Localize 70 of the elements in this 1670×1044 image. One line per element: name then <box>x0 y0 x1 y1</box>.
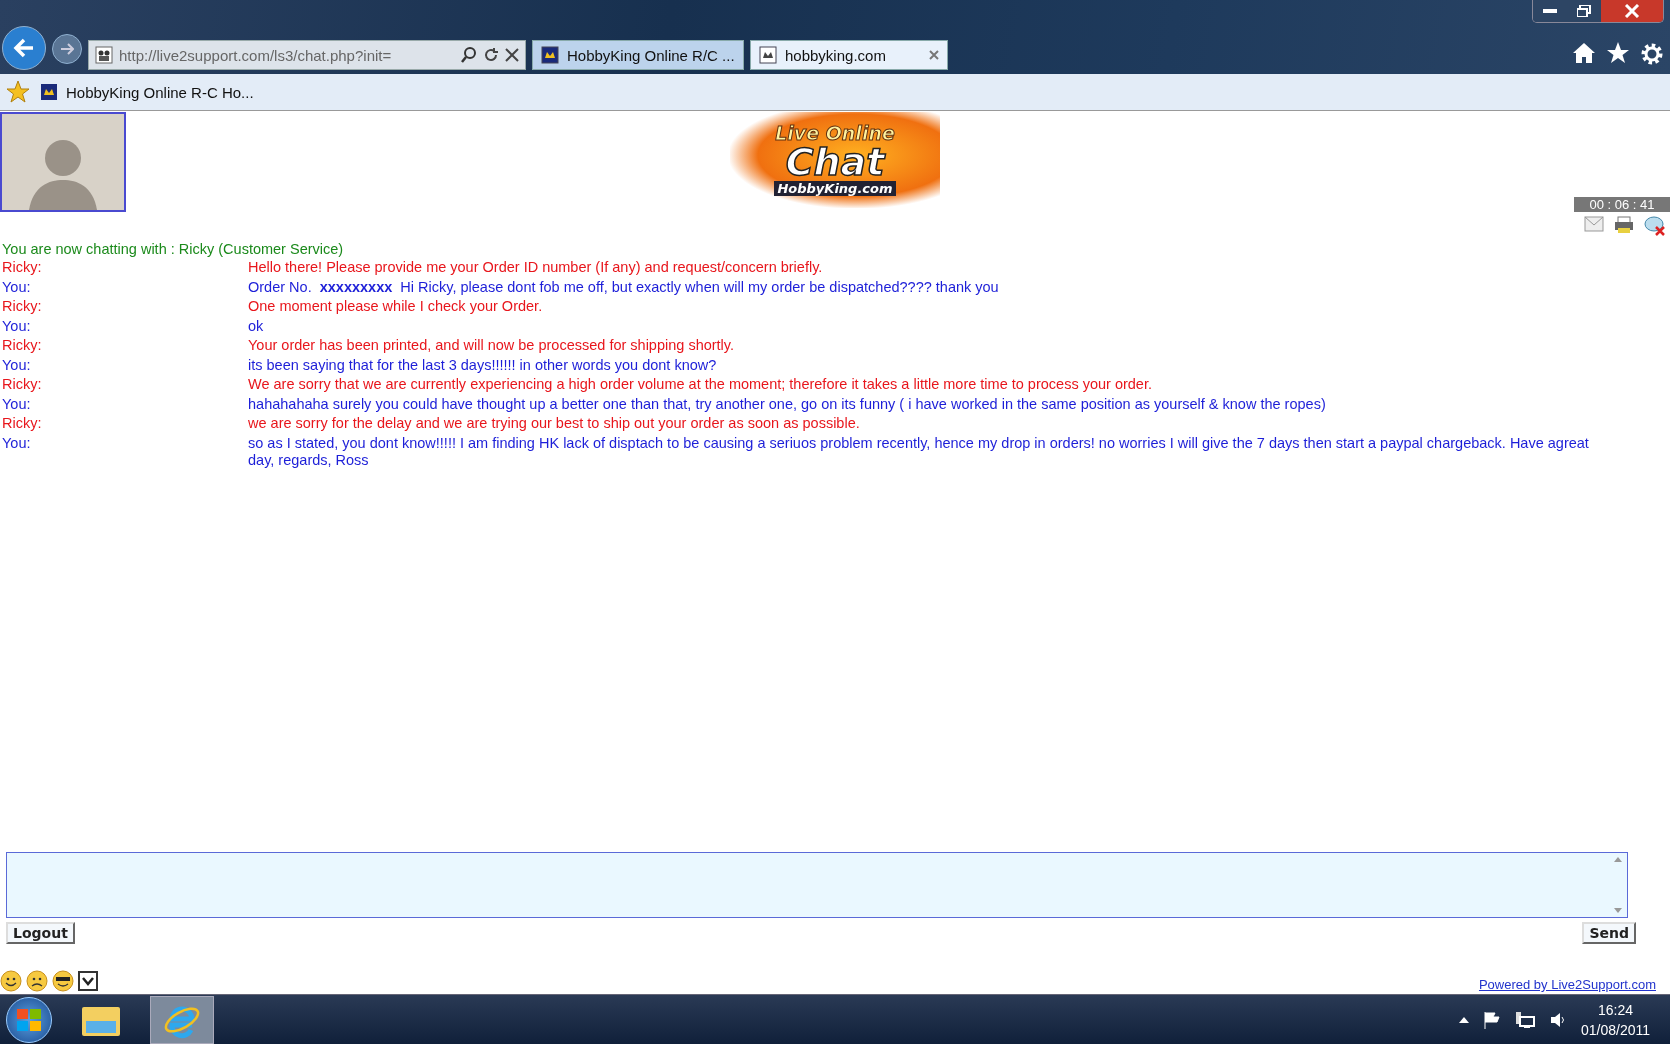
restore-button[interactable] <box>1567 0 1601 22</box>
back-button[interactable] <box>2 26 46 70</box>
sender-name: Ricky: <box>2 259 43 276</box>
volume-icon[interactable] <box>1548 1010 1567 1029</box>
close-tab-icon <box>929 50 939 60</box>
sender-name: Ricky: <box>2 298 43 315</box>
system-clock[interactable]: 16:24 01/08/2011 <box>1580 999 1664 1040</box>
windows-logo-icon <box>17 1008 41 1031</box>
message-text: ok <box>248 317 265 335</box>
powered-by-link[interactable]: Powered by Live2Support.com <box>1478 977 1656 992</box>
close-icon <box>1624 4 1640 18</box>
chat-timer: 00 : 06 : 41 <box>1574 197 1670 212</box>
settings-icon[interactable] <box>1640 42 1664 66</box>
message-text: hahahahaha surely you could have thought up a better one than that, try another one, go on its funny ( i have worked in the same position as yourself & know the ropes) <box>248 395 1327 413</box>
message-text: its been saying that for the last 3 days!!!!!! in other words you dont know? <box>248 356 718 374</box>
sender-name: You: <box>2 434 32 453</box>
sender-name: You: <box>2 278 32 296</box>
message-text: Your order has been printed, and will now be processed for shipping shortly. <box>248 337 736 354</box>
search-icon <box>461 47 477 63</box>
network-icon[interactable] <box>1514 1010 1535 1029</box>
browser-tab[interactable]: hobbyking.com <box>750 40 948 70</box>
star-icon[interactable] <box>1606 42 1630 64</box>
minimize-icon <box>1543 9 1557 13</box>
flag-icon[interactable] <box>1482 1010 1501 1029</box>
url-text: http://live2support.com/ls3/chat.php?init= <box>119 46 393 64</box>
favorites-star-icon[interactable] <box>6 81 30 103</box>
sender-name: You: <box>2 317 32 335</box>
close-icon <box>505 48 519 62</box>
address-bar[interactable]: http://live2support.com/ls3/chat.php?init= <box>88 40 526 70</box>
sender-name: Ricky: <box>2 337 43 354</box>
page-icon <box>759 46 777 64</box>
favorite-link[interactable]: HobbyKing Online R-C Ho... <box>40 83 254 101</box>
printer-icon[interactable] <box>1614 216 1634 234</box>
browser-tab[interactable]: HobbyKing Online R/C ... <box>532 40 744 70</box>
message-text: We are sorry that we are currently experiencing a high order volume at the moment; therefore it takes a little more time to process your order. <box>248 376 1153 393</box>
start-button[interactable] <box>6 996 52 1043</box>
close-button[interactable] <box>1601 0 1663 22</box>
sad-face-icon[interactable] <box>26 970 48 992</box>
chat-logo: Live Online Chat HobbyKing.com <box>730 112 940 208</box>
smiley-icon[interactable] <box>0 970 22 992</box>
send-button[interactable]: Send <box>1582 922 1636 944</box>
page-icon <box>541 46 559 64</box>
page-icon <box>95 46 113 64</box>
tray-arrow-icon[interactable] <box>1458 1016 1469 1023</box>
message-input[interactable] <box>6 852 1628 918</box>
scroll-down-icon <box>1614 908 1622 913</box>
forward-button[interactable] <box>52 34 82 64</box>
refresh-icon <box>483 47 499 63</box>
message-text: Order No. xxxxxxxxx Hi Ricky, please dont fob me off, but exactly when will my order be dispatched???? thank you <box>248 278 1000 296</box>
sender-name: You: <box>2 356 32 374</box>
sender-name: Ricky: <box>2 376 43 393</box>
minimize-button[interactable] <box>1533 0 1567 22</box>
back-arrow-icon <box>13 38 35 58</box>
forward-arrow-icon <box>60 43 74 55</box>
chat-intro: You are now chatting with : Ricky (Customer Service) <box>1 240 345 259</box>
sender-name: Ricky: <box>2 415 43 432</box>
restore-icon <box>1577 5 1591 17</box>
end-chat-icon[interactable] <box>1644 216 1666 236</box>
sender-name: You: <box>2 395 32 413</box>
sunglasses-face-icon[interactable] <box>52 970 74 992</box>
message-text: so as I stated, you dont know!!!!! I am finding HK lack of disptach to be causing a seriuos problem recently, hence my drop in orders! no worries I will give the 7 days then start a paypal chargeback. Have agreat day, regards, Ross <box>248 434 1590 469</box>
dropdown-icon[interactable] <box>78 971 98 991</box>
logout-button[interactable]: Logout <box>6 922 75 944</box>
browser-taskbar-icon[interactable] <box>150 995 214 1044</box>
scroll-up-icon <box>1614 857 1622 862</box>
home-icon[interactable] <box>1572 42 1596 64</box>
message-text: One moment please while I check your Order. <box>248 298 544 315</box>
message-text: Hello there! Please provide me your Order ID number (If any) and request/concern briefly. <box>248 259 824 276</box>
message-text: we are sorry for the delay and we are trying our best to ship out your order as soon as possible. <box>248 415 861 432</box>
crown-icon <box>40 83 58 101</box>
